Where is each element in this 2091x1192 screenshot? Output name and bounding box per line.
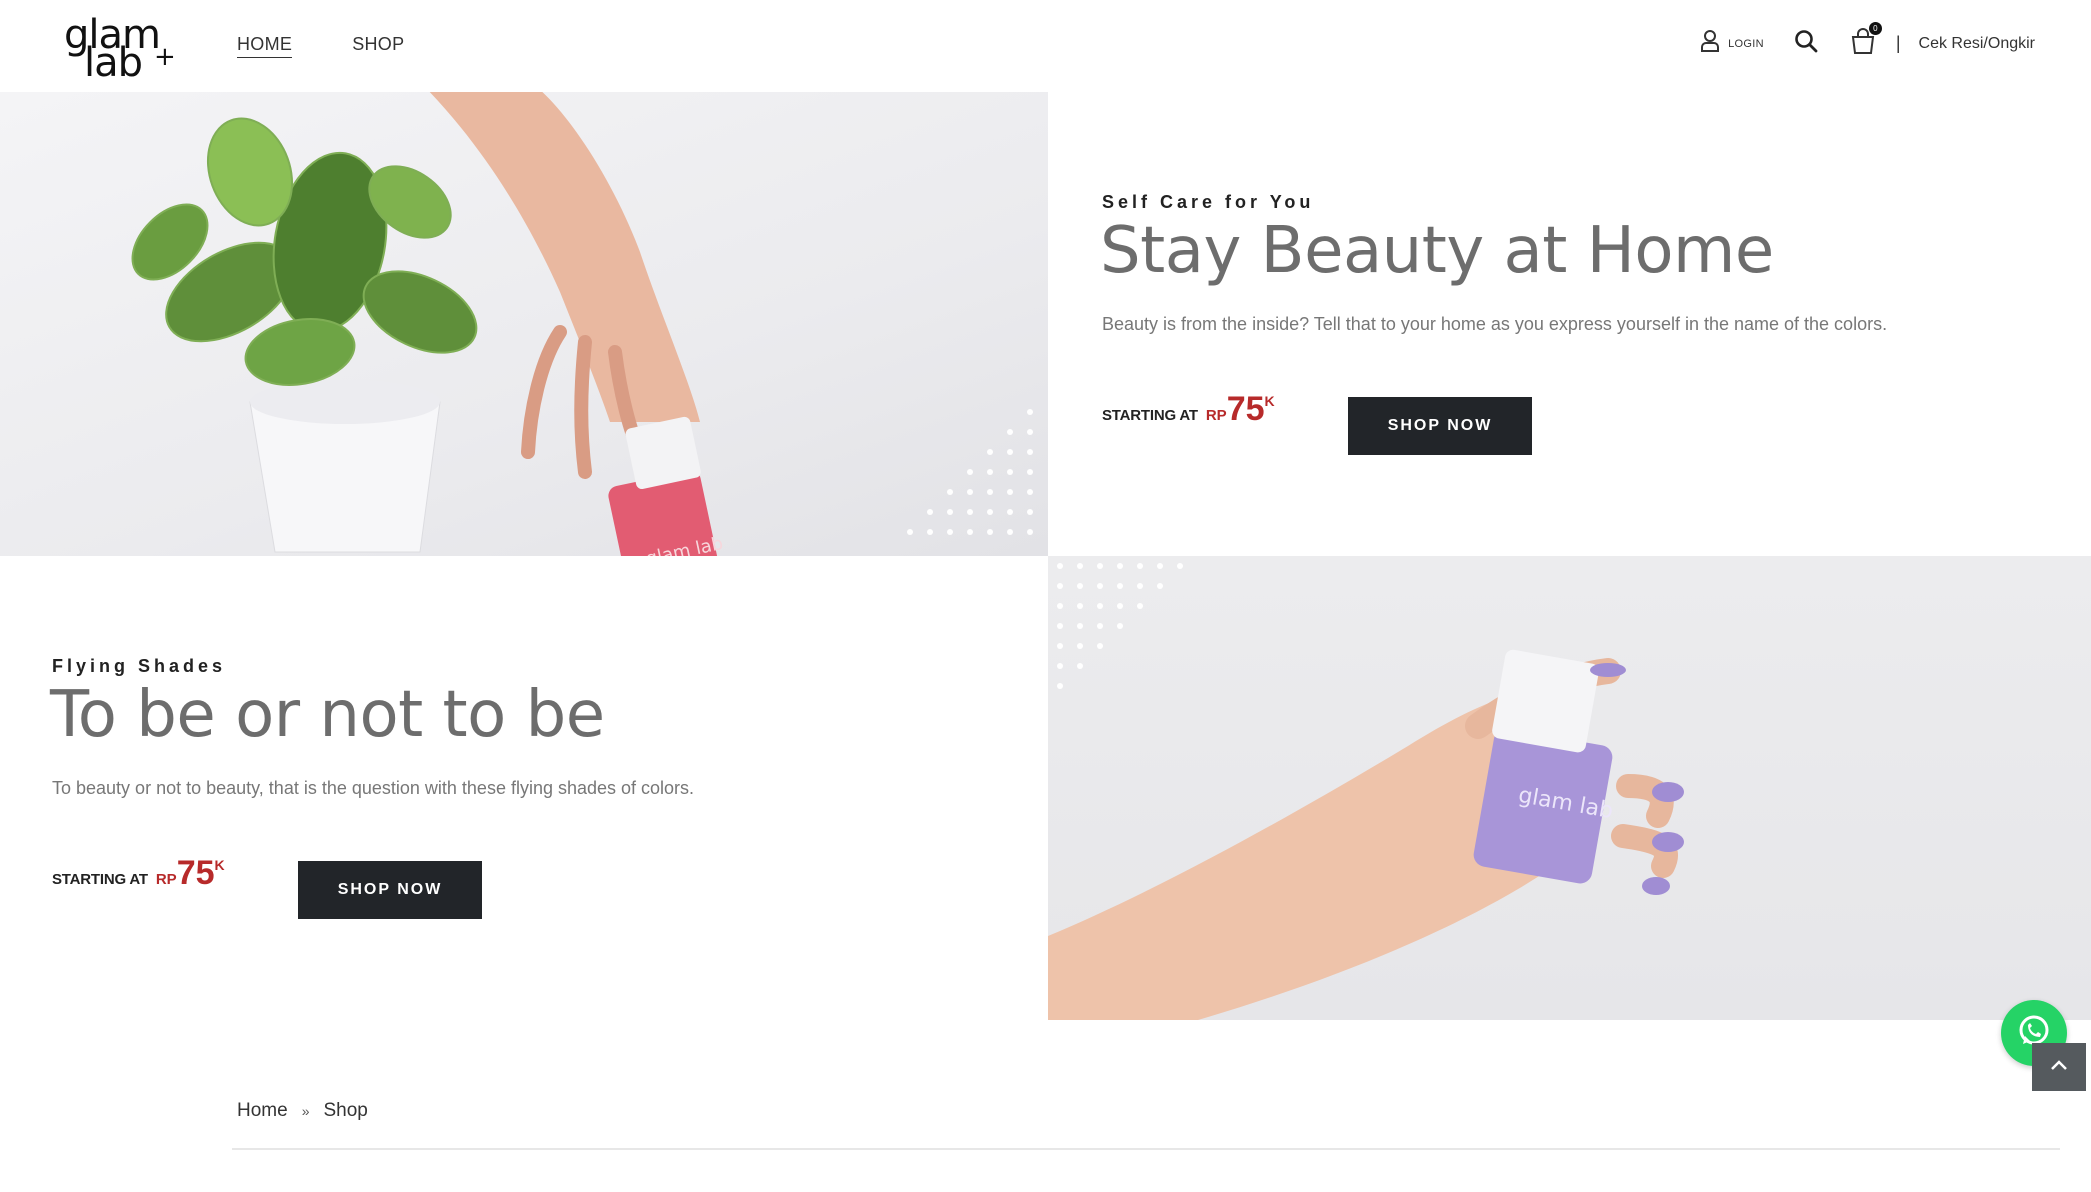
hero-illustration-hand-bottle: glam lab <box>1048 563 1684 1020</box>
banner-headline: To be or not to be <box>50 678 605 752</box>
banner-kicker: Flying Shades <box>52 656 227 676</box>
main-nav: HOME SHOP <box>237 34 404 58</box>
banner-text-self-care: Self Care for You Stay Beauty at Home Be… <box>1048 92 2091 556</box>
chevron-up-icon <box>2050 1058 2068 1076</box>
banner-text-flying-shades: Flying Shades To be or not to be To beau… <box>0 556 1048 1020</box>
back-to-top-button[interactable] <box>2032 1043 2086 1091</box>
cart-button[interactable]: 0 <box>1848 22 1882 61</box>
price-suffix: K <box>214 857 225 873</box>
cart-count-badge: 0 <box>1868 22 1882 35</box>
shopping-bag-icon <box>1848 28 1878 60</box>
price-label: STARTING AT <box>52 871 148 888</box>
banner-image-flying-shades: glam lab <box>1048 556 2091 1020</box>
banner-description: Beauty is from the inside? Tell that to … <box>1102 314 1888 334</box>
breadcrumb-separator: » <box>301 1103 310 1119</box>
brand-logo[interactable]: glam lab + <box>62 12 176 86</box>
price-currency: RP <box>1205 407 1227 424</box>
shop-now-button[interactable]: SHOP NOW <box>1348 397 1532 455</box>
banner-kicker: Self Care for You <box>1102 192 1315 212</box>
nav-home[interactable]: HOME <box>237 34 293 58</box>
logo-text-bottom: lab <box>84 40 143 86</box>
shop-now-button[interactable]: SHOP NOW <box>298 861 482 919</box>
price-amount: 75 <box>176 854 215 892</box>
header-separator: | <box>1895 33 1901 53</box>
nav-shop[interactable]: SHOP <box>352 34 404 58</box>
price-currency: RP <box>155 871 177 888</box>
price-amount: 75 <box>1226 390 1265 428</box>
user-icon <box>1700 30 1720 57</box>
banner-description: To beauty or not to beauty, that is the … <box>52 778 695 798</box>
starting-price: STARTING AT RP 75 K <box>52 856 225 890</box>
login-label: LOGIN <box>1728 37 1764 50</box>
header-actions: LOGIN 0 | Cek Resi/Ongkir <box>1700 22 2035 61</box>
breadcrumb: Home » Shop <box>237 1100 368 1122</box>
divider <box>232 1148 2060 1150</box>
tracking-link[interactable]: Cek Resi/Ongkir <box>1919 35 2035 53</box>
site-header: glam lab + HOME SHOP LOGIN 0 | Cek Resi/… <box>0 0 2091 93</box>
banner-headline: Stay Beauty at Home <box>1100 214 1774 288</box>
breadcrumb-current: Shop <box>323 1100 368 1121</box>
login-link[interactable]: LOGIN <box>1700 30 1764 57</box>
price-suffix: K <box>1264 393 1275 409</box>
hero-illustration-plant-hand: glam lab <box>131 92 1033 556</box>
starting-price: STARTING AT RP 75 K <box>1102 392 1275 426</box>
search-icon[interactable] <box>1794 29 1818 58</box>
logo-plus: + <box>154 42 176 72</box>
price-label: STARTING AT <box>1102 407 1198 424</box>
banner-image-self-care: glam lab <box>0 92 1048 556</box>
breadcrumb-home[interactable]: Home <box>237 1100 288 1122</box>
